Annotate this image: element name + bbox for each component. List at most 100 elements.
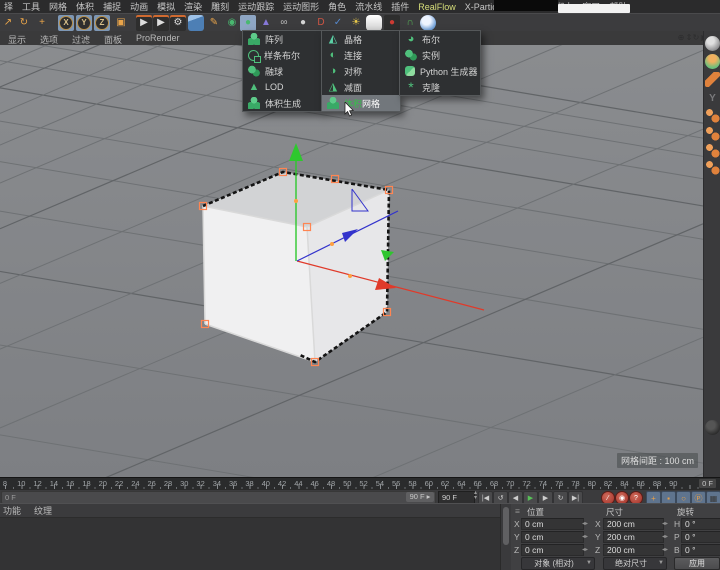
size-z-field[interactable]: 200 cm bbox=[603, 544, 664, 556]
fields-icon[interactable]: ∞ bbox=[276, 15, 292, 31]
field-stepper[interactable]: ◂▸ bbox=[662, 520, 668, 527]
sky-icon[interactable] bbox=[420, 15, 436, 31]
bone-add-tool-icon[interactable] bbox=[705, 143, 720, 158]
render-view-icon[interactable]: ▶ bbox=[136, 15, 152, 31]
menu-item-polygon-reduction[interactable]: ◮ 减面 bbox=[322, 79, 400, 95]
grid-line bbox=[0, 434, 254, 477]
bone-ik-tool-icon[interactable] bbox=[705, 126, 720, 141]
size-y-field[interactable]: 200 cm bbox=[603, 531, 664, 543]
render-settings-icon[interactable]: ⚙ bbox=[170, 15, 186, 31]
z-axis-lock-icon[interactable]: Z bbox=[94, 15, 110, 31]
coordinate-system-icon[interactable]: ▣ bbox=[113, 15, 129, 31]
menu-item-spline-boolean[interactable]: 样条布尔 bbox=[243, 47, 322, 63]
environment-icon[interactable]: ∩ bbox=[402, 15, 418, 31]
x-axis-dot[interactable] bbox=[348, 274, 352, 278]
position-y-field[interactable]: 0 cm bbox=[521, 531, 584, 543]
mograph-menu-icon[interactable]: D bbox=[313, 15, 329, 31]
position-mode-dropdown[interactable]: 对象 (相对) ▼ bbox=[521, 557, 595, 570]
material-manager-body[interactable] bbox=[0, 518, 500, 570]
menubar-item-motion-tracker[interactable]: 运动跟踪 bbox=[238, 0, 274, 13]
z-axis-dot[interactable] bbox=[330, 242, 334, 246]
generator-boolean-icon: ◕ bbox=[407, 33, 415, 45]
position-x-field[interactable]: 0 cm bbox=[521, 518, 584, 530]
menubar-item-simulate[interactable]: 模拟 bbox=[157, 0, 175, 13]
coord-header: 旋转 bbox=[677, 507, 695, 517]
menu-item-python-generator[interactable]: Python 生成器 bbox=[400, 63, 480, 79]
size-x-field[interactable]: 200 cm bbox=[603, 518, 664, 530]
field-stepper[interactable]: ◂▸ bbox=[662, 533, 668, 540]
x-axis-lock-icon[interactable]: X bbox=[58, 15, 74, 31]
field-stepper[interactable]: ◂▸ bbox=[582, 533, 588, 540]
ruler-tick-label: 34 bbox=[212, 479, 222, 488]
menubar-item-mesh[interactable]: 网格 bbox=[49, 0, 67, 13]
size-mode-dropdown[interactable]: 绝对尺寸 ▼ bbox=[603, 557, 667, 570]
range-end-thumb[interactable]: 90 F ▸ bbox=[406, 492, 434, 502]
floor-icon[interactable] bbox=[366, 15, 382, 31]
field-stepper[interactable]: ◂▸ bbox=[582, 520, 588, 527]
position-z-field[interactable]: 0 cm bbox=[521, 544, 584, 556]
xpresso-icon[interactable]: ✓ bbox=[330, 15, 346, 31]
menu-item-symmetry[interactable]: ◑ 对称 bbox=[322, 63, 400, 79]
menu-item-lattice[interactable]: ◭ 晶格 bbox=[322, 31, 400, 47]
menu-item-connect[interactable]: ◐ 连接 bbox=[322, 47, 400, 63]
volume-sphere-tool-icon[interactable] bbox=[705, 54, 720, 69]
camera-icon[interactable]: ● bbox=[384, 15, 400, 31]
menubar-item-select[interactable]: 择 bbox=[4, 0, 13, 13]
material-menu-texture[interactable]: 纹理 bbox=[34, 504, 52, 517]
bone-tool-icon[interactable] bbox=[705, 108, 720, 123]
menu-item-instance[interactable]: 实例 bbox=[400, 47, 480, 63]
menubar-item-pipeline[interactable]: 流水线 bbox=[355, 0, 382, 13]
rotate-viewport-icon[interactable]: ↻ bbox=[692, 32, 700, 43]
menu-item-lod[interactable]: ▲ LOD bbox=[243, 79, 322, 95]
pan-viewport-icon[interactable]: ⊕ bbox=[677, 32, 685, 43]
y-axis-arrowhead[interactable] bbox=[289, 143, 303, 161]
menu-item-boolean[interactable]: ◕ 布尔 bbox=[400, 31, 480, 47]
y-axis-lock-icon[interactable]: Y bbox=[76, 15, 92, 31]
light-icon[interactable]: ☀ bbox=[348, 15, 364, 31]
ruler-tick-label: 20 bbox=[98, 479, 107, 488]
field-stepper[interactable]: ◂▸ bbox=[582, 546, 588, 553]
deformers-icon[interactable]: ▲ bbox=[258, 15, 274, 31]
rotation-b-field[interactable]: 0 ° bbox=[681, 544, 720, 556]
menu-item-volume-mesher[interactable]: 体积 网格 bbox=[322, 95, 400, 111]
menubar-item-snap[interactable]: 捕捉 bbox=[103, 0, 121, 13]
menubar-item-character[interactable]: 角色 bbox=[328, 0, 346, 13]
material-menu-function[interactable]: 功能 bbox=[3, 504, 21, 517]
subdivision-surface-icon[interactable]: ◉ bbox=[224, 15, 240, 31]
generators-icon[interactable]: ● bbox=[240, 15, 256, 31]
menubar-item-realflow[interactable]: RealFlow bbox=[418, 2, 456, 12]
move-tool-icon[interactable]: + bbox=[34, 15, 50, 31]
spline-pen-icon[interactable]: ✎ bbox=[206, 15, 222, 31]
menubar-item-mograph[interactable]: 运动图形 bbox=[283, 0, 319, 13]
dark-sphere-tool-icon[interactable] bbox=[705, 420, 720, 435]
menubar-item-volume[interactable]: 体积 bbox=[76, 0, 94, 13]
viewport-menu-prorender[interactable]: ProRender bbox=[136, 33, 180, 43]
bone-list-tool-icon[interactable] bbox=[705, 160, 720, 175]
rotate-tool-icon[interactable]: ↻ bbox=[16, 15, 32, 31]
select-sphere-tool-icon[interactable] bbox=[705, 36, 720, 51]
apply-button[interactable]: 应用 bbox=[674, 557, 720, 570]
rotation-p-field[interactable]: 0 ° bbox=[681, 531, 720, 543]
field-stepper[interactable]: ◂▸ bbox=[662, 546, 668, 553]
ruler-tick-label: 62 bbox=[440, 479, 450, 488]
menu-item-metaball[interactable]: 融球 bbox=[243, 63, 322, 79]
menubar-item-animate[interactable]: 动画 bbox=[130, 0, 148, 13]
simulate-sphere-icon[interactable]: ● bbox=[295, 15, 311, 31]
render-region-icon[interactable]: ▶ bbox=[153, 15, 169, 31]
menubar-item-tools[interactable]: 工具 bbox=[22, 0, 40, 13]
menu-item-volume-builder[interactable]: 体积生成 bbox=[243, 95, 322, 111]
menubar-item-sculpt[interactable]: 雕刻 bbox=[211, 0, 229, 13]
menu-item-array[interactable]: 阵列 bbox=[243, 31, 322, 47]
cube-left-face[interactable] bbox=[203, 206, 315, 362]
menubar-item-render[interactable]: 渲染 bbox=[184, 0, 202, 13]
axis-tool-icon[interactable]: Y bbox=[705, 91, 720, 106]
rotation-h-field[interactable]: 0 ° bbox=[681, 518, 720, 530]
menu-item-label: 实例 bbox=[422, 50, 441, 61]
wrench-tool-icon[interactable] bbox=[705, 72, 720, 87]
scale-tool-icon[interactable]: ↗ bbox=[0, 15, 16, 31]
menubar-item-plugins[interactable]: 插件 bbox=[391, 0, 409, 13]
y-axis-dot[interactable] bbox=[294, 199, 298, 203]
menu-item-cloner[interactable]: * 克隆 bbox=[400, 79, 480, 95]
add-cube-icon[interactable] bbox=[188, 15, 204, 31]
scrollbar-thumb[interactable] bbox=[503, 507, 509, 545]
